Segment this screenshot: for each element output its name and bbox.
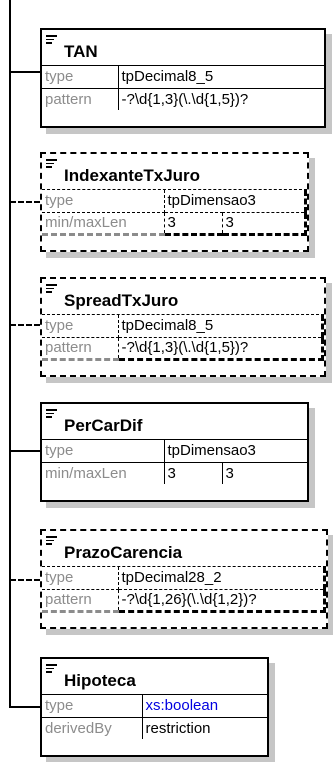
sequence-spine-line	[9, 0, 11, 708]
property-value-min: 3	[164, 212, 223, 236]
property-key: pattern	[42, 88, 119, 110]
property-key: type	[42, 567, 119, 590]
element-lines-icon	[46, 664, 57, 673]
property-key: min/maxLen	[42, 462, 165, 484]
properties-table: type tpDimensao3 min/maxLen 3 3	[42, 440, 307, 484]
element-header-percardif: PerCarDif	[42, 404, 307, 440]
property-value: tpDecimal8_5	[118, 66, 324, 89]
properties-table: type tpDecimal8_5 pattern -?\d{1,3}(\.\d…	[42, 66, 324, 110]
element-box-tan[interactable]: TAN type tpDecimal8_5 pattern -?\d{1,3}(…	[40, 28, 326, 128]
property-row-type: type tpDimensao3	[42, 440, 307, 463]
property-key: type	[42, 315, 119, 338]
element-name: SpreadTxJuro	[64, 291, 179, 310]
property-key: min/maxLen	[42, 212, 165, 236]
element-lines-icon	[46, 284, 57, 293]
property-key: type	[42, 440, 165, 463]
element-box-indexantetxjuro[interactable]: IndexanteTxJuro type tpDimensao3 min/max…	[40, 152, 309, 252]
element-lines-icon	[46, 159, 57, 168]
element-lines-icon	[46, 35, 57, 44]
property-value: restriction	[145, 719, 211, 737]
element-name: TAN	[64, 42, 98, 61]
property-key: type	[42, 695, 143, 718]
property-value: -?\d{1,26}(\.\d{1,2})?	[118, 589, 326, 613]
property-key: type	[42, 190, 165, 213]
property-row-type: type xs:boolean	[42, 695, 267, 718]
properties-table: type xs:boolean derivedBy restriction	[42, 695, 267, 739]
element-name: Hipoteca	[64, 671, 136, 690]
element-box-prazocarencia[interactable]: PrazoCarencia type tpDecimal28_2 pattern…	[40, 529, 328, 629]
property-row-type: type tpDimensao3	[42, 190, 307, 213]
element-name: IndexanteTxJuro	[64, 166, 201, 185]
property-value-min: 3	[164, 462, 223, 484]
properties-table: type tpDecimal28_2 pattern -?\d{1,26}(\.…	[42, 567, 326, 613]
connector-prazocarencia	[10, 579, 40, 581]
element-box-spreadtxjuro[interactable]: SpreadTxJuro type tpDecimal8_5 pattern -…	[40, 277, 326, 377]
element-lines-icon	[46, 536, 57, 545]
connector-percardif	[10, 450, 40, 452]
element-lines-icon	[46, 409, 57, 418]
element-header-prazocarencia: PrazoCarencia	[42, 531, 326, 567]
element-header-tan: TAN	[42, 30, 324, 66]
property-value: xs:boolean	[142, 695, 267, 718]
property-value: tpDecimal8_5	[118, 315, 324, 338]
connector-tan	[10, 71, 40, 73]
element-name: PrazoCarencia	[64, 543, 183, 562]
properties-table: type tpDecimal8_5 pattern -?\d{1,3}(\.\d…	[42, 315, 324, 361]
property-value: tpDimensao3	[164, 190, 307, 213]
property-key: pattern	[42, 337, 119, 361]
element-header-spreadtxjuro: SpreadTxJuro	[42, 279, 324, 315]
property-key: pattern	[42, 589, 119, 613]
connector-spreadtxjuro	[10, 324, 40, 326]
element-box-hipoteca[interactable]: Hipoteca type xs:boolean derivedBy restr…	[40, 657, 269, 757]
property-value-max: 3	[222, 212, 307, 236]
property-row-pattern: pattern -?\d{1,3}(\.\d{1,5})?	[42, 88, 324, 110]
property-row-type: type tpDecimal8_5	[42, 66, 324, 89]
property-row-derivedby: derivedBy restriction	[42, 717, 267, 739]
property-row-type: type tpDecimal8_5	[42, 315, 324, 338]
connector-hipoteca	[10, 706, 40, 708]
properties-table: type tpDimensao3 min/maxLen 3 3	[42, 190, 307, 236]
property-value-max: 3	[225, 464, 234, 482]
element-header-indexantetxjuro: IndexanteTxJuro	[42, 154, 307, 190]
element-name: PerCarDif	[64, 416, 143, 435]
property-value: tpDecimal28_2	[118, 567, 326, 590]
property-key: derivedBy	[42, 717, 143, 739]
connector-indexantetxjuro	[10, 201, 40, 203]
property-key: type	[42, 66, 119, 89]
element-header-hipoteca: Hipoteca	[42, 659, 267, 695]
property-row-type: type tpDecimal28_2	[42, 567, 326, 590]
property-value: tpDimensao3	[164, 440, 307, 463]
element-box-percardif[interactable]: PerCarDif type tpDimensao3 min/maxLen 3 …	[40, 402, 309, 502]
property-value: -?\d{1,3}(\.\d{1,5})?	[118, 337, 324, 361]
property-row-minmaxlen: min/maxLen 3 3	[42, 462, 307, 484]
property-row-minmaxlen: min/maxLen 3 3	[42, 212, 307, 236]
property-row-pattern: pattern -?\d{1,3}(\.\d{1,5})?	[42, 337, 324, 361]
property-row-pattern: pattern -?\d{1,26}(\.\d{1,2})?	[42, 589, 326, 613]
property-value: -?\d{1,3}(\.\d{1,5})?	[121, 90, 249, 108]
